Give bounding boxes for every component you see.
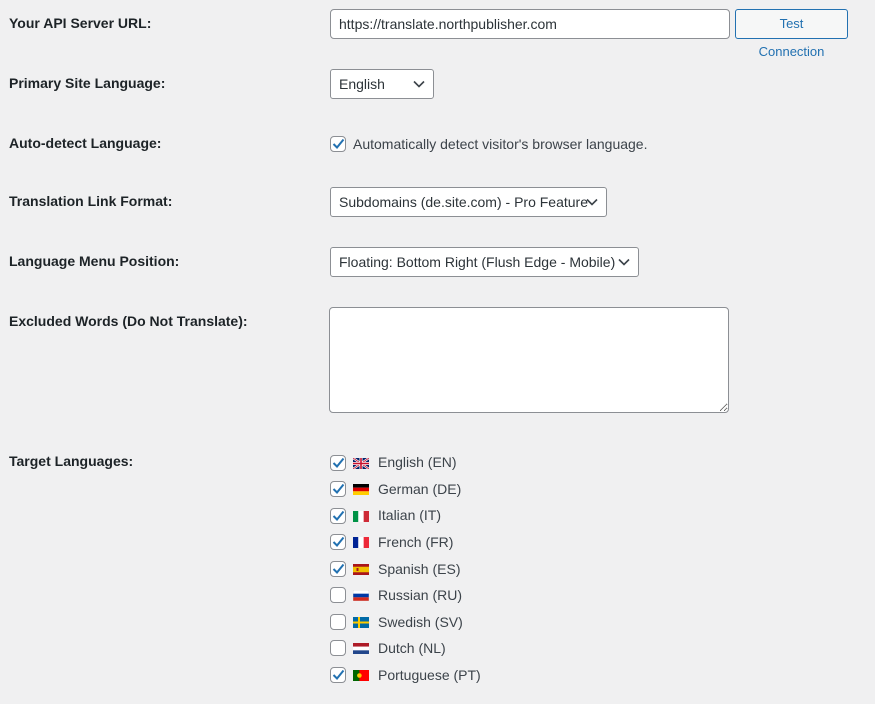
primary-language-select[interactable]: English — [330, 69, 434, 99]
pt-flag-icon — [353, 670, 369, 681]
fr-flag-icon — [353, 537, 369, 548]
checkmark-icon — [332, 457, 345, 468]
language-label-de: German (DE) — [378, 481, 462, 497]
checkmark-icon — [332, 510, 345, 521]
test-connection-button[interactable]: Test Connection — [735, 9, 848, 59]
ru-flag-icon — [353, 590, 369, 601]
language-label-es: Spanish (ES) — [378, 561, 461, 577]
api-url-input[interactable] — [330, 9, 730, 39]
language-label-it: Italian (IT) — [378, 507, 442, 523]
language-checkbox-es[interactable] — [330, 561, 346, 577]
it-flag-icon — [353, 511, 369, 522]
menu-position-label: Language Menu Position: — [9, 253, 180, 269]
checkmark-icon — [332, 669, 345, 680]
menu-position-value: Floating: Bottom Right (Flush Edge - Mob… — [339, 254, 616, 270]
language-checkbox-pt[interactable] — [330, 667, 346, 683]
menu-position-select[interactable]: Floating: Bottom Right (Flush Edge - Mob… — [330, 247, 639, 277]
language-label-fr: French (FR) — [378, 534, 454, 550]
chevron-down-icon — [618, 258, 630, 266]
primary-language-value: English — [339, 76, 385, 92]
primary-language-label: Primary Site Language: — [9, 75, 166, 91]
language-label-nl: Dutch (NL) — [378, 640, 446, 656]
language-checkbox-en[interactable] — [330, 455, 346, 471]
checkmark-icon — [332, 563, 345, 574]
checkmark-icon — [332, 483, 345, 494]
auto-detect-label: Auto-detect Language: — [9, 135, 162, 151]
language-checkbox-sv[interactable] — [330, 614, 346, 630]
api-url-label: Your API Server URL: — [9, 15, 152, 31]
es-flag-icon — [353, 564, 369, 575]
language-label-pt: Portuguese (PT) — [378, 667, 481, 683]
language-checkbox-nl[interactable] — [330, 640, 346, 656]
checkmark-icon — [332, 138, 345, 149]
language-checkbox-fr[interactable] — [330, 534, 346, 550]
link-format-value: Subdomains (de.site.com) - Pro Feature — [339, 194, 588, 210]
link-format-label: Translation Link Format: — [9, 193, 173, 209]
language-checkbox-de[interactable] — [330, 481, 346, 497]
chevron-down-icon — [586, 198, 598, 206]
auto-detect-checkbox[interactable] — [330, 136, 346, 152]
language-label-sv: Swedish (SV) — [378, 614, 463, 630]
chevron-down-icon — [413, 80, 425, 88]
language-label-ru: Russian (RU) — [378, 587, 463, 603]
gb-flag-icon — [353, 458, 369, 469]
se-flag-icon — [353, 617, 369, 628]
auto-detect-text: Automatically detect visitor's browser l… — [353, 136, 648, 152]
excluded-words-textarea[interactable] — [329, 307, 729, 413]
nl-flag-icon — [353, 643, 369, 654]
language-checkbox-ru[interactable] — [330, 587, 346, 603]
checkmark-icon — [332, 536, 345, 547]
excluded-words-label: Excluded Words (Do Not Translate): — [9, 313, 248, 329]
link-format-select[interactable]: Subdomains (de.site.com) - Pro Feature — [330, 187, 607, 217]
language-label-en: English (EN) — [378, 454, 457, 470]
de-flag-icon — [353, 484, 369, 495]
language-checkbox-it[interactable] — [330, 508, 346, 524]
target-languages-label: Target Languages: — [9, 453, 134, 469]
